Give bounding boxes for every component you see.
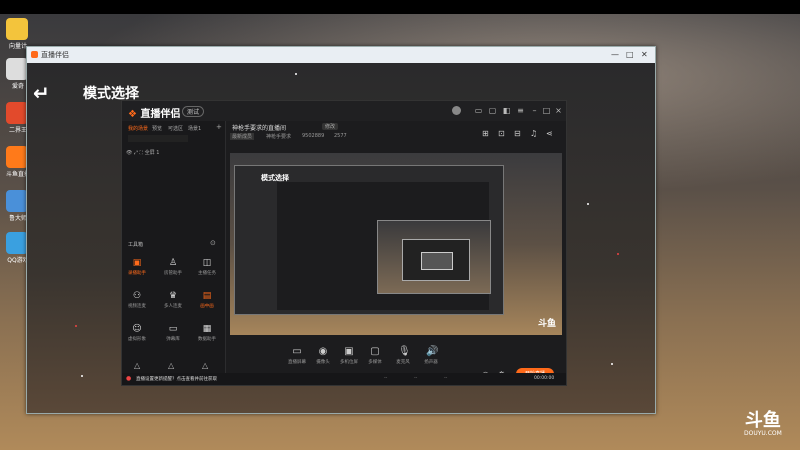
window-titlebar[interactable]: 直播伴侣 — □ ✕ — [27, 47, 655, 63]
tab-my-scenes[interactable]: 我的场景 — [128, 125, 148, 132]
mic-control[interactable]: 🎙 麦克风 — [392, 346, 414, 366]
triangle-icon[interactable]: △ — [134, 361, 140, 370]
room-title: 神枪手要求的直播间 — [232, 125, 287, 132]
version-badge[interactable]: 测试 — [182, 106, 205, 117]
tab-preview[interactable]: 预览 — [152, 125, 162, 132]
monitor-icon: ▭ — [292, 346, 302, 357]
tool-multi-link[interactable]: ♛ 多人连麦 — [162, 291, 184, 309]
scene-search-input[interactable] — [128, 135, 188, 142]
multi-user-icon: ♛ — [168, 291, 178, 301]
room-id: 9502889 — [302, 133, 325, 139]
warning-icon: ● — [126, 375, 132, 382]
room-tag[interactable]: 修改 — [322, 123, 339, 130]
microphone-icon: 🎙 — [398, 346, 411, 357]
app-icon[interactable] — [6, 146, 28, 168]
main-window: 直播伴侣 — □ ✕ ↵ 模式选择 ❖ 直播伴侣 测试 ▭ ▢ ◧ ≡ – □ — [26, 46, 656, 414]
nested-preview-window: 模式选择 — [234, 165, 504, 315]
avatar[interactable] — [452, 106, 461, 115]
triangle-icon[interactable]: △ — [202, 361, 208, 370]
stream-preview[interactable]: 模式选择 斗鱼 — [230, 153, 562, 335]
status-warning[interactable]: 直播设置更新提醒？点击查看并前往获取 — [136, 376, 217, 382]
viewer-count: 2577 — [334, 133, 347, 139]
douyu-url: DOUYU.COM — [744, 430, 782, 437]
tab-scene1[interactable]: 场景1 — [188, 125, 201, 132]
menu-icon[interactable]: ≡ — [516, 106, 525, 115]
source-multi-cam[interactable]: ▣ 多机位屏 — [338, 346, 360, 366]
screen-top-bar — [0, 0, 800, 14]
status-bar: ● 直播设置更新提醒？点击查看并前往获取 -- -- -- 00:00:00 — [122, 373, 566, 385]
more-icon[interactable]: ⊙ — [210, 239, 216, 247]
window-content: ↵ 模式选择 ❖ 直播伴侣 测试 ▭ ▢ ◧ ≡ – □ × 我的场景 预览 可… — [27, 63, 655, 413]
scene-item[interactable]: 👁 ⤢ ⛶ 全屏 1 — [126, 149, 159, 156]
minimize-icon[interactable]: – — [530, 106, 539, 115]
app-icon[interactable] — [6, 102, 28, 124]
minimize-button[interactable]: — — [611, 50, 619, 59]
triangle-icon[interactable]: △ — [168, 361, 174, 370]
camera-icon: ◉ — [318, 346, 328, 357]
window-title: 直播伴侣 — [41, 51, 69, 59]
status-metric: -- — [414, 376, 418, 381]
main-area: 神枪手要求的直播间 修改 最新成员 神枪手要求 9502889 2577 ⊞ ⊡… — [226, 121, 566, 385]
share-icon[interactable]: ⋖ — [546, 129, 553, 138]
status-metric: -- — [384, 376, 388, 381]
multi-cam-icon: ▣ — [344, 346, 354, 357]
tool-pip[interactable]: ▤ 画中画 — [196, 291, 218, 309]
share-screen-icon[interactable]: ⊟ — [514, 129, 521, 138]
close-icon[interactable]: × — [554, 106, 563, 115]
tool-data[interactable]: ▦ 数据助手 — [196, 324, 218, 342]
add-scene-icon[interactable]: + — [216, 123, 222, 131]
streaming-app-window: ❖ 直播伴侣 测试 ▭ ▢ ◧ ≡ – □ × 我的场景 预览 可选区 场景1 … — [121, 100, 567, 386]
scene-panel: 我的场景 预览 可选区 场景1 + 👁 ⤢ ⛶ 全屏 1 工具箱 ⊙ ▣ 录播助手… — [122, 121, 226, 385]
douyu-watermark: 斗鱼 DOUYU.COM — [744, 410, 782, 438]
stream-timer: 00:00:00 — [534, 376, 555, 381]
toolbox-label: 工具箱 — [128, 242, 144, 248]
user-icon: ♙ — [168, 258, 178, 268]
category-tag[interactable]: 最新成员 — [230, 133, 255, 140]
streamer-name: 神枪手要求 — [266, 134, 292, 140]
status-metric: -- — [444, 376, 448, 381]
danmaku-icon: ▭ — [168, 324, 178, 334]
pip-icon: ▤ — [202, 291, 212, 301]
tab-optional[interactable]: 可选区 — [168, 125, 183, 132]
douyu-logo: 斗鱼 — [744, 410, 781, 431]
tool-recording[interactable]: ▣ 录播助手 — [126, 258, 148, 276]
source-screen[interactable]: ▭ 直播屏幕 — [286, 346, 308, 366]
source-camera[interactable]: ◉ 摄像头 — [312, 346, 334, 366]
close-button[interactable]: ✕ — [641, 50, 648, 59]
screen-icon[interactable]: ▢ — [488, 106, 497, 115]
video-link-icon: ⚇ — [132, 291, 142, 301]
record-icon: ▣ — [132, 258, 142, 268]
back-arrow-icon[interactable]: ↵ — [33, 81, 50, 105]
app-logo-icon — [31, 51, 38, 58]
app-icon[interactable] — [6, 190, 28, 212]
shirt-icon[interactable]: ◧ — [502, 106, 511, 115]
avatar-icon: ☺ — [132, 324, 142, 334]
app-icon[interactable] — [6, 232, 28, 254]
tool-danmaku[interactable]: ▭ 弹幕库 — [162, 324, 184, 342]
tool-avatar[interactable]: ☺ 虚拟形象 — [126, 324, 148, 342]
media-icon: ▢ — [370, 346, 380, 357]
lock-icon[interactable]: ⊡ — [498, 129, 505, 138]
maximize-icon[interactable]: □ — [542, 106, 551, 115]
app-logo: ❖ 直播伴侣 — [128, 109, 181, 120]
app-icon[interactable] — [6, 58, 28, 80]
maximize-button[interactable]: □ — [626, 50, 634, 59]
tool-room-admin[interactable]: ♙ 房管助手 — [162, 258, 184, 276]
speaker-icon: 🔊 — [426, 346, 439, 357]
app-header: ❖ 直播伴侣 测试 ▭ ▢ ◧ ≡ – □ × — [122, 101, 566, 121]
tool-video-link[interactable]: ⚇ 视频连麦 — [126, 291, 148, 309]
message-icon[interactable]: ▭ — [474, 106, 483, 115]
data-icon: ▦ — [202, 324, 212, 334]
tool-tasks[interactable]: ◫ 主播任务 — [196, 258, 218, 276]
app-icon[interactable] — [6, 18, 28, 40]
gift-icon[interactable]: ⊞ — [482, 129, 489, 138]
source-media[interactable]: ▢ 多媒体 — [364, 346, 386, 366]
bell-icon[interactable]: ♫ — [530, 129, 537, 138]
speaker-control[interactable]: 🔊 扬声器 — [420, 346, 442, 366]
douyu-logo-mini: 斗鱼 — [537, 319, 556, 329]
task-icon: ◫ — [202, 258, 212, 268]
